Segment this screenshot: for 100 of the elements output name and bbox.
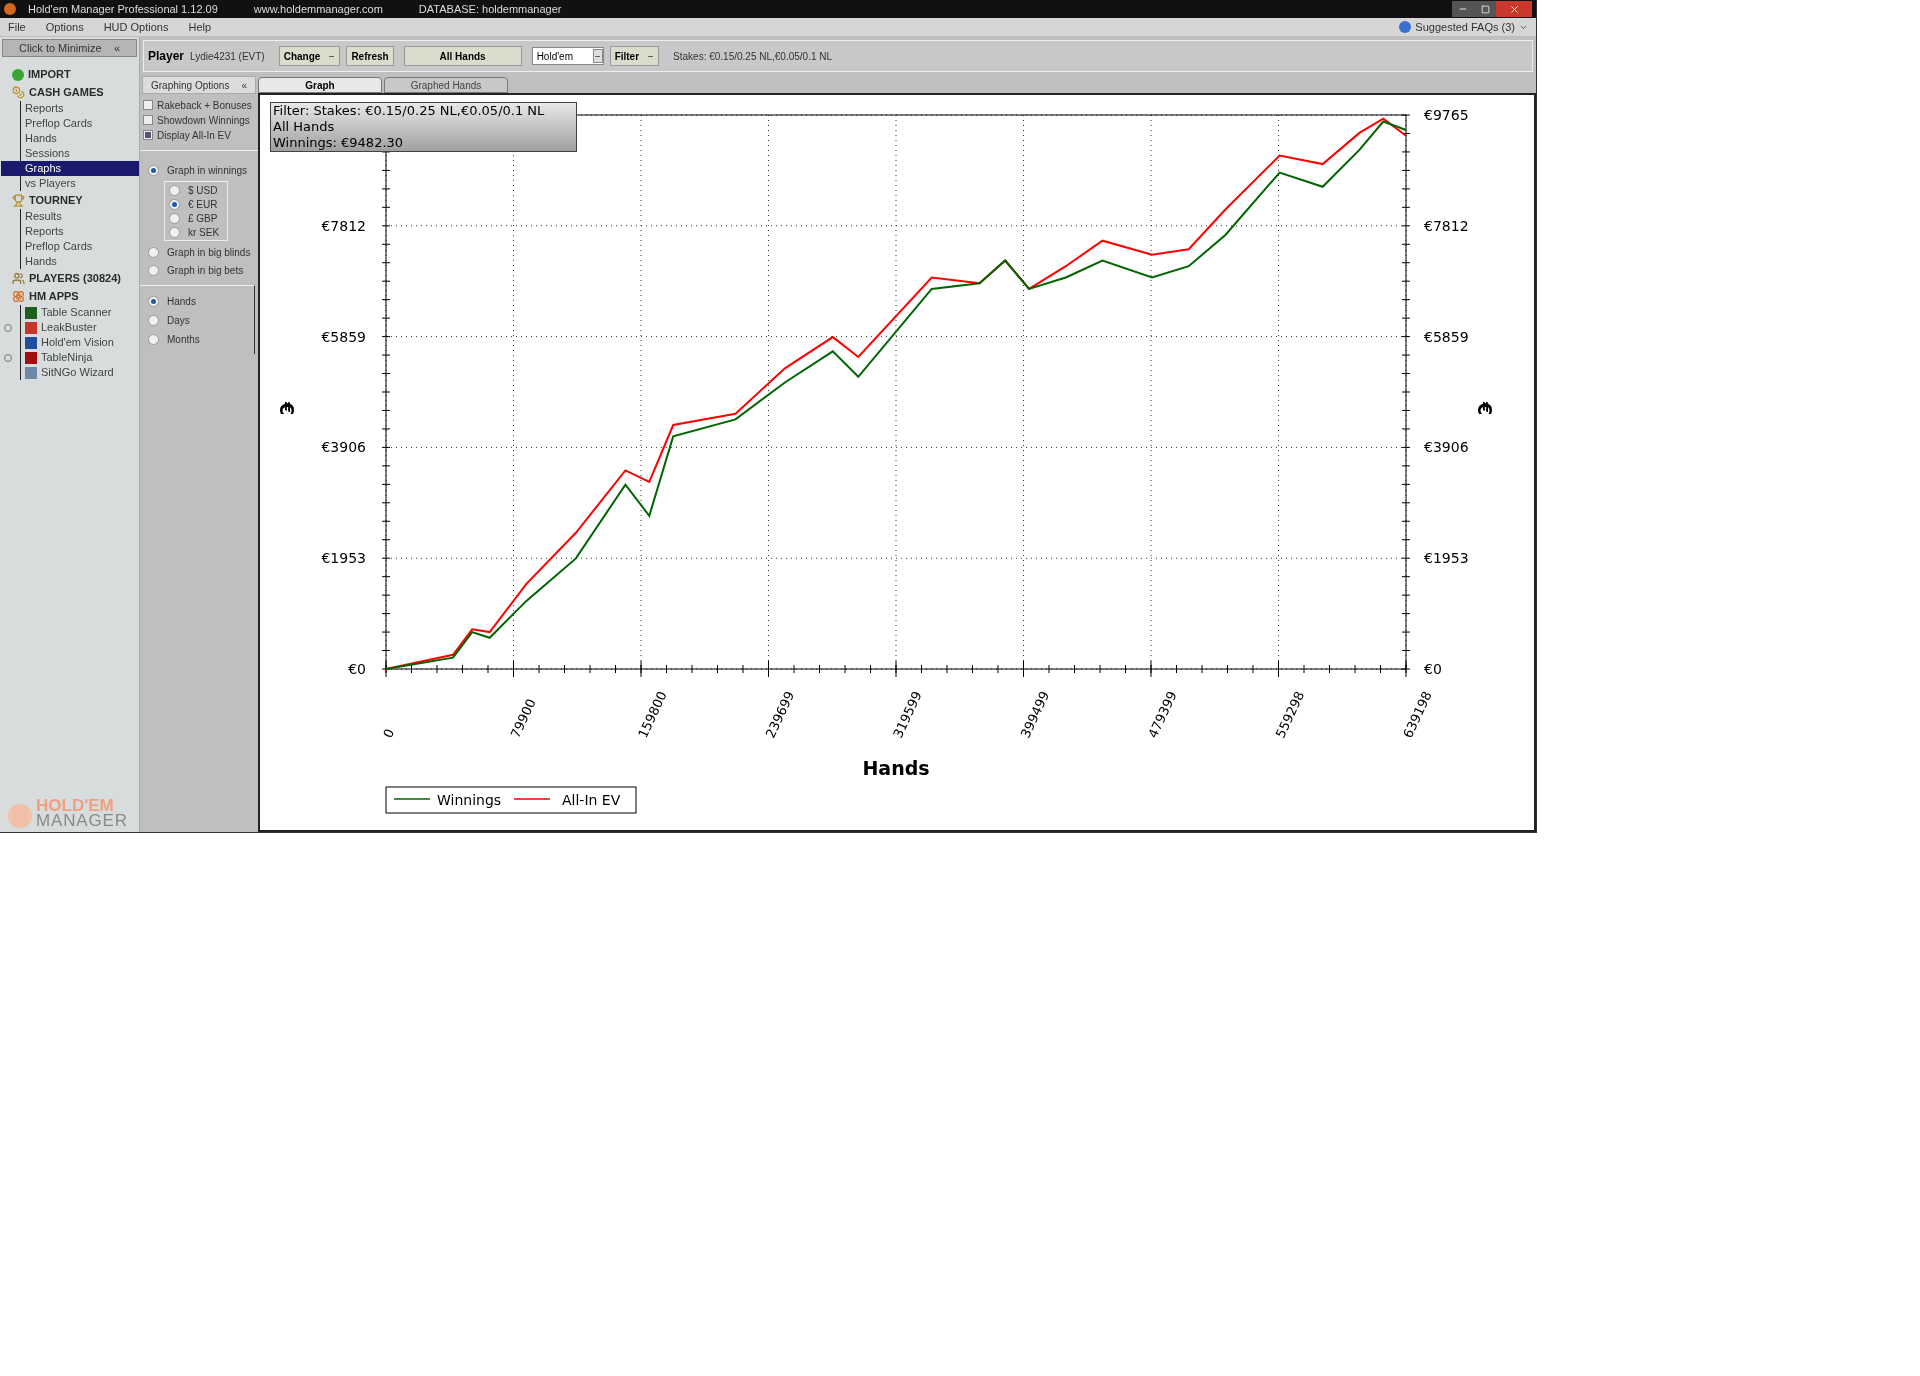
game-select[interactable]: Hold'em bbox=[531, 47, 604, 65]
checkbox[interactable] bbox=[143, 115, 153, 125]
info-line: All Hands bbox=[273, 119, 336, 135]
y-axis-title: € bbox=[276, 402, 298, 416]
radio-button[interactable] bbox=[148, 333, 159, 345]
nav-item[interactable]: Hold'em Vision bbox=[1, 335, 139, 350]
section-header[interactable]: HM APPS bbox=[29, 288, 79, 305]
collapse-icon: « bbox=[241, 77, 247, 93]
toolbar-button[interactable]: Filter bbox=[609, 46, 660, 66]
nav-item[interactable]: Table Scanner bbox=[1, 305, 139, 320]
tab[interactable]: Graphed Hands bbox=[384, 77, 508, 93]
maximize-icon bbox=[1480, 4, 1490, 14]
nav-item[interactable]: LeakBuster bbox=[1, 320, 139, 335]
menu-item[interactable]: File bbox=[8, 18, 26, 36]
nav-item[interactable]: Sessions bbox=[1, 146, 139, 161]
nav-item[interactable]: Hands bbox=[1, 254, 139, 269]
nav-item[interactable]: Preflop Cards bbox=[1, 239, 139, 254]
toolbar-button[interactable]: Change bbox=[278, 46, 341, 66]
coins-icon bbox=[12, 86, 25, 99]
app-icon bbox=[25, 366, 37, 379]
legend-line bbox=[513, 798, 551, 800]
minimize-sidebar-button[interactable]: Click to Minimize « bbox=[2, 39, 137, 57]
maximize-button[interactable] bbox=[1474, 1, 1496, 17]
nav-item[interactable]: Results bbox=[1, 209, 139, 224]
radio-label: € EUR bbox=[188, 197, 218, 212]
faq-button[interactable]: Suggested FAQs (3) bbox=[1415, 18, 1528, 36]
radio-button[interactable] bbox=[148, 164, 159, 176]
nav-item[interactable]: Preflop Cards bbox=[1, 116, 139, 131]
radio-button[interactable] bbox=[169, 198, 180, 210]
y-tick-label: €5859 bbox=[321, 328, 366, 345]
section-header[interactable]: TOURNEY bbox=[29, 192, 83, 209]
legend-label: All-In EV bbox=[562, 792, 621, 808]
section-header[interactable]: PLAYERS (30824) bbox=[29, 270, 121, 287]
radio-button[interactable] bbox=[148, 246, 159, 258]
info-line: Winnings: €9482.30 bbox=[273, 135, 405, 151]
menu-item[interactable]: HUD Options bbox=[103, 18, 169, 36]
radio-label: Months bbox=[167, 332, 200, 347]
legend-line bbox=[393, 798, 431, 800]
radio-label: $ USD bbox=[188, 183, 218, 198]
nav-item[interactable]: TableNinja bbox=[1, 350, 139, 365]
checkbox-label: Display All-In EV bbox=[157, 128, 231, 143]
nav-item[interactable]: vs Players bbox=[1, 176, 139, 191]
flower-icon bbox=[12, 290, 25, 303]
nav-item[interactable]: Graphs bbox=[1, 161, 139, 176]
window-title: Hold'em Manager Professional 1.12.09 bbox=[28, 1, 218, 17]
radio-button[interactable] bbox=[169, 212, 180, 224]
minimize-button[interactable] bbox=[1452, 1, 1474, 17]
y-tick-label: €5859 bbox=[1424, 328, 1469, 345]
radio-button[interactable] bbox=[169, 184, 180, 196]
collapse-icon: « bbox=[113, 39, 120, 57]
y-tick-label: €0 bbox=[1424, 661, 1442, 677]
nav-item[interactable]: Reports bbox=[1, 101, 139, 116]
radio-label: £ GBP bbox=[188, 211, 218, 226]
radio-button[interactable] bbox=[148, 264, 159, 276]
checkbox[interactable] bbox=[143, 130, 153, 140]
options-header[interactable]: Graphing Options « bbox=[142, 76, 256, 94]
logo-icon bbox=[8, 804, 32, 828]
checkbox[interactable] bbox=[143, 100, 153, 110]
y-tick-label: €1953 bbox=[1424, 550, 1469, 567]
stakes-text: Stakes: €0.15/0.25 NL,€0.05/0.1 NL bbox=[673, 49, 833, 64]
y-tick-label: €1953 bbox=[321, 550, 366, 567]
legend-label: Winnings bbox=[437, 792, 502, 808]
radio-button[interactable] bbox=[148, 314, 159, 326]
checkbox-label: Rakeback + Bonuses bbox=[157, 98, 252, 113]
nav-item[interactable]: Hands bbox=[1, 131, 139, 146]
checkbox-label: Showdown Winnings bbox=[157, 113, 250, 128]
logo-text: MANAGER bbox=[36, 813, 128, 828]
toolbar-button[interactable]: Refresh bbox=[346, 46, 394, 66]
radio-label: Days bbox=[167, 313, 190, 328]
logo-text: HOLD'EM bbox=[36, 798, 114, 813]
close-icon bbox=[1508, 3, 1520, 15]
radio-label: kr SEK bbox=[188, 225, 220, 240]
menu-item[interactable]: Help bbox=[188, 18, 212, 36]
nav-item[interactable]: SitNGo Wizard bbox=[1, 365, 139, 380]
info-line: Filter: Stakes: €0.15/0.25 NL,€0.05/0.1 NL bbox=[273, 103, 546, 119]
app-icon bbox=[25, 321, 37, 334]
radio-button[interactable] bbox=[148, 295, 159, 307]
menu-item[interactable]: Options bbox=[45, 18, 84, 36]
x-axis-title: Hands bbox=[862, 757, 930, 779]
section-header[interactable]: IMPORT bbox=[28, 66, 71, 83]
y-tick-label: €3906 bbox=[321, 439, 366, 456]
player-name: Lydie4231 (EVT) bbox=[190, 49, 265, 64]
nav-item[interactable]: Reports bbox=[1, 224, 139, 239]
x-tick-label: 0 bbox=[380, 726, 398, 741]
close-button[interactable] bbox=[1496, 1, 1532, 17]
trophy-icon bbox=[12, 194, 25, 207]
y-tick-label: €3906 bbox=[1424, 439, 1469, 456]
app-icon bbox=[25, 336, 37, 349]
player-label: Player bbox=[148, 48, 185, 65]
radio-label: Graph in big blinds bbox=[167, 245, 251, 260]
dropdown-icon bbox=[592, 49, 603, 63]
radio-label: Graph in big bets bbox=[167, 263, 244, 278]
users-icon bbox=[12, 272, 25, 285]
toolbar-button[interactable]: All Hands bbox=[403, 46, 522, 66]
radio-button[interactable] bbox=[169, 226, 180, 238]
radio-label: Hands bbox=[167, 294, 196, 309]
website-url: www.holdemmanager.com bbox=[253, 1, 383, 17]
tab[interactable]: Graph bbox=[258, 77, 382, 93]
section-header[interactable]: CASH GAMES bbox=[29, 84, 104, 101]
y-tick-label: €0 bbox=[348, 661, 366, 677]
